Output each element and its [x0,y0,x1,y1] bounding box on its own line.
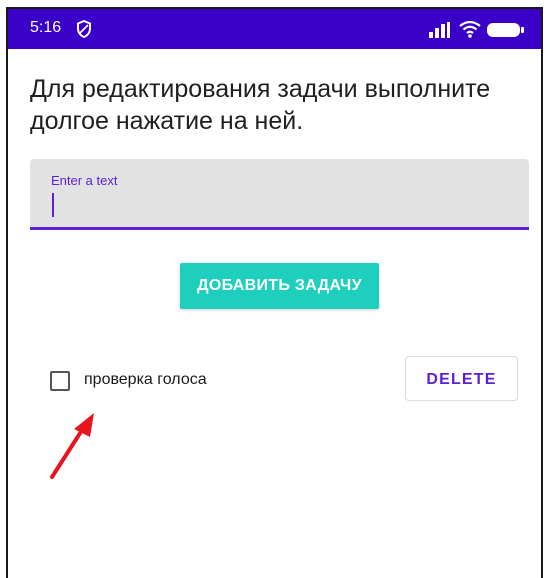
app-frame: 5:16 Для редактирования задачи выполните… [6,7,543,578]
wifi-icon [459,20,481,38]
task-label: проверка голоса [84,371,207,388]
instruction-text: Для редактирования задачи выполните долг… [30,75,491,135]
task-checkbox[interactable] [50,371,70,391]
battery-icon [487,23,524,37]
text-cursor [52,193,54,217]
input-hint-label: Enter a text [51,173,118,188]
signal-icon [429,22,450,38]
shield-icon [77,20,91,38]
red-arrow-icon [50,413,94,479]
add-task-button[interactable]: ДОБАВИТЬ ЗАДАЧУ [180,263,379,309]
status-time: 5:16 [30,19,62,36]
delete-button[interactable]: DELETE [405,356,518,401]
status-bar: 5:16 [8,9,541,49]
task-text-input[interactable]: Enter a text [30,159,529,230]
task-list-item[interactable]: проверка голоса DELETE [8,349,541,409]
